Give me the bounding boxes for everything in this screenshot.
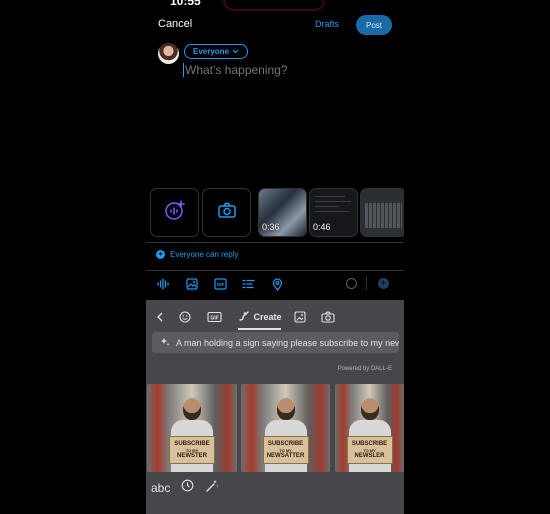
generated-image[interactable]: SUBSCRIBE TO MY NEWSTER — [147, 384, 237, 472]
audience-label: Everyone — [193, 47, 230, 56]
sticker-icon[interactable] — [293, 309, 307, 325]
video-thumbnail[interactable]: 0:46 — [309, 188, 358, 237]
keyboard-panel: GIF Create A man holding a sign saying p… — [146, 300, 404, 514]
sparkle-icon — [160, 337, 170, 349]
audience-selector[interactable]: Everyone — [184, 44, 249, 59]
active-tab-indicator — [238, 328, 281, 330]
post-button[interactable]: Post — [356, 15, 392, 35]
voice-plus-icon — [164, 199, 186, 226]
video-duration: 0:46 — [313, 222, 331, 232]
globe-icon: ✦ — [156, 250, 165, 259]
camera-button[interactable] — [202, 188, 251, 237]
voice-post-button[interactable] — [150, 188, 199, 237]
generated-image[interactable]: SUBSCRIBE TO MY NEWSLER — [335, 384, 404, 472]
sign: SUBSCRIBE TO MY NEWSLER — [346, 436, 393, 464]
camera-icon[interactable] — [320, 309, 336, 325]
image-thumbnail[interactable] — [360, 188, 404, 237]
avatar[interactable] — [158, 43, 179, 64]
magic-wand-icon[interactable] — [205, 479, 219, 498]
compose-input[interactable]: What’s happening? — [183, 63, 288, 77]
svg-text:GIF: GIF — [216, 282, 224, 287]
sign: SUBSCRIBE TO MY NEWSATTER — [262, 436, 309, 464]
poll-icon[interactable] — [241, 277, 255, 291]
back-chevron-icon[interactable] — [154, 309, 166, 325]
divider — [146, 270, 404, 271]
keyboard-footer: abc — [146, 478, 404, 498]
generated-image[interactable]: SUBSCRIBE TO MY NEWSATTER — [241, 384, 330, 472]
progress-ring-icon — [346, 278, 357, 289]
recent-clock-icon[interactable] — [181, 479, 194, 497]
tab-create-label: Create — [253, 312, 282, 322]
sign: SUBSCRIBE TO MY NEWSTER — [169, 436, 215, 464]
gif-tab-label: GIF — [210, 315, 218, 321]
cancel-button[interactable]: Cancel — [158, 18, 192, 30]
sign-line: SUBSCRIBE — [267, 440, 304, 447]
prompt-text: A man holding a sign saying please subsc… — [176, 337, 399, 348]
emoji-icon[interactable] — [178, 309, 192, 325]
compose-screen: 10:55 Cancel Drafts Post Everyone What’s… — [146, 0, 404, 514]
sign-line: NEWSTER — [177, 452, 207, 459]
reply-setting-button[interactable]: ✦ Everyone can reply — [156, 250, 238, 259]
prompt-input[interactable]: A man holding a sign saying please subsc… — [152, 332, 399, 353]
status-time: 10:55 — [170, 0, 201, 8]
divider — [146, 242, 404, 243]
abc-button[interactable]: abc — [151, 481, 170, 495]
sign-line: NEWSATTER — [266, 452, 305, 459]
drafts-button[interactable]: Drafts — [315, 19, 339, 29]
dynamic-island — [224, 0, 324, 10]
video-duration: 0:36 — [262, 222, 280, 232]
chevron-down-icon — [232, 47, 239, 56]
image-icon[interactable] — [185, 277, 199, 291]
add-post-icon[interactable]: + — [378, 278, 389, 289]
camera-icon — [217, 202, 236, 223]
tab-create[interactable]: Create — [238, 309, 282, 325]
reply-setting-label: Everyone can reply — [170, 250, 239, 259]
sign-line: NEWSLER — [354, 452, 385, 459]
gif-icon[interactable]: GIF — [213, 277, 227, 291]
sign-line: SUBSCRIBE — [174, 440, 210, 447]
sign-line: SUBSCRIBE — [351, 440, 388, 447]
location-icon[interactable] — [270, 277, 284, 291]
create-brush-icon — [238, 310, 250, 325]
divider — [366, 276, 367, 290]
gif-tab[interactable]: GIF — [206, 309, 222, 325]
powered-by-label: Powered by DALL-E — [337, 366, 392, 372]
media-strip: 0:36 0:46 — [150, 188, 404, 237]
video-thumbnail[interactable]: 0:36 — [258, 188, 307, 237]
audio-waveform-icon[interactable] — [156, 277, 170, 291]
